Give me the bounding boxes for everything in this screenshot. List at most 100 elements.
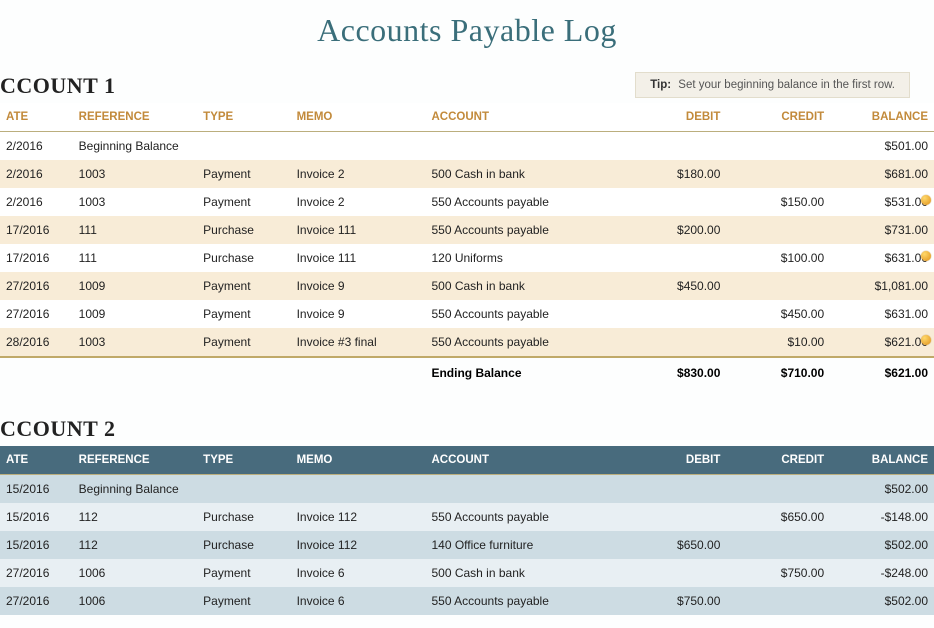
col-date[interactable]: ATE <box>0 446 73 475</box>
cell-account[interactable]: 140 Office furniture <box>425 531 622 559</box>
cell-debit[interactable]: $750.00 <box>623 587 727 615</box>
cell-reference[interactable]: Beginning Balance <box>73 132 198 161</box>
cell-account[interactable] <box>425 475 622 504</box>
cell-date[interactable]: 15/2016 <box>0 503 73 531</box>
cell-reference[interactable]: 1009 <box>73 272 198 300</box>
cell-credit[interactable] <box>726 216 830 244</box>
cell-account[interactable]: 550 Accounts payable <box>425 300 622 328</box>
cell-reference[interactable]: 1003 <box>73 188 198 216</box>
table-row[interactable]: 2/20161003PaymentInvoice 2500 Cash in ba… <box>0 160 934 188</box>
cell-credit[interactable]: $750.00 <box>726 559 830 587</box>
cell-credit[interactable] <box>726 531 830 559</box>
cell-balance[interactable]: $531.00 <box>830 188 934 216</box>
cell-account[interactable]: 550 Accounts payable <box>425 188 622 216</box>
col-type[interactable]: TYPE <box>197 103 290 132</box>
cell-date[interactable]: 27/2016 <box>0 272 73 300</box>
cell-type[interactable]: Payment <box>197 300 290 328</box>
cell-credit[interactable] <box>726 160 830 188</box>
cell-account[interactable]: 550 Accounts payable <box>425 328 622 357</box>
cell-memo[interactable]: Invoice 111 <box>291 244 426 272</box>
col-reference[interactable]: REFERENCE <box>73 103 198 132</box>
cell-memo[interactable]: Invoice 2 <box>291 160 426 188</box>
col-credit[interactable]: CREDIT <box>726 446 830 475</box>
table-row[interactable]: 17/2016111PurchaseInvoice 111550 Account… <box>0 216 934 244</box>
cell-date[interactable]: 2/2016 <box>0 160 73 188</box>
cell-balance[interactable]: $681.00 <box>830 160 934 188</box>
cell-credit[interactable] <box>726 272 830 300</box>
cell-date[interactable]: 15/2016 <box>0 475 73 504</box>
col-date[interactable]: ATE <box>0 103 73 132</box>
cell-debit[interactable]: $450.00 <box>623 272 727 300</box>
cell-balance[interactable]: $502.00 <box>830 587 934 615</box>
cell-balance[interactable]: $502.00 <box>830 475 934 504</box>
cell-type[interactable]: Purchase <box>197 503 290 531</box>
cell-balance[interactable]: $631.00 <box>830 300 934 328</box>
cell-credit[interactable] <box>726 587 830 615</box>
cell-debit[interactable]: $650.00 <box>623 531 727 559</box>
table-row[interactable]: 27/20161009PaymentInvoice 9550 Accounts … <box>0 300 934 328</box>
cell-debit[interactable] <box>623 300 727 328</box>
cell-type[interactable]: Purchase <box>197 216 290 244</box>
cell-balance[interactable]: -$248.00 <box>830 559 934 587</box>
cell-account[interactable]: 500 Cash in bank <box>425 272 622 300</box>
cell-debit[interactable]: $180.00 <box>623 160 727 188</box>
col-balance[interactable]: BALANCE <box>830 103 934 132</box>
cell-balance[interactable]: -$148.00 <box>830 503 934 531</box>
table-row[interactable]: 17/2016111PurchaseInvoice 111120 Uniform… <box>0 244 934 272</box>
table-row[interactable]: 2/20161003PaymentInvoice 2550 Accounts p… <box>0 188 934 216</box>
cell-type[interactable]: Payment <box>197 188 290 216</box>
table-row[interactable]: 27/20161006PaymentInvoice 6550 Accounts … <box>0 587 934 615</box>
cell-reference[interactable]: Beginning Balance <box>73 475 198 504</box>
cell-account[interactable] <box>425 132 622 161</box>
cell-account[interactable]: 120 Uniforms <box>425 244 622 272</box>
cell-reference[interactable]: 111 <box>73 244 198 272</box>
cell-date[interactable]: 27/2016 <box>0 300 73 328</box>
cell-memo[interactable]: Invoice #3 final <box>291 328 426 357</box>
cell-type[interactable] <box>197 475 290 504</box>
cell-debit[interactable] <box>623 132 727 161</box>
cell-type[interactable]: Payment <box>197 160 290 188</box>
col-memo[interactable]: MEMO <box>291 103 426 132</box>
table-row[interactable]: 15/2016112PurchaseInvoice 112550 Account… <box>0 503 934 531</box>
cell-account[interactable]: 550 Accounts payable <box>425 216 622 244</box>
cell-debit[interactable]: $200.00 <box>623 216 727 244</box>
cell-date[interactable]: 15/2016 <box>0 531 73 559</box>
cell-memo[interactable] <box>291 475 426 504</box>
cell-credit[interactable] <box>726 475 830 504</box>
col-account[interactable]: ACCOUNT <box>425 103 622 132</box>
cell-balance[interactable]: $501.00 <box>830 132 934 161</box>
cell-date[interactable]: 2/2016 <box>0 188 73 216</box>
col-reference[interactable]: REFERENCE <box>73 446 198 475</box>
cell-reference[interactable]: 1006 <box>73 559 198 587</box>
table-row[interactable]: 2/2016Beginning Balance$501.00 <box>0 132 934 161</box>
cell-date[interactable]: 27/2016 <box>0 587 73 615</box>
cell-memo[interactable] <box>291 132 426 161</box>
cell-reference[interactable]: 112 <box>73 531 198 559</box>
col-balance[interactable]: BALANCE <box>830 446 934 475</box>
cell-type[interactable]: Purchase <box>197 531 290 559</box>
table-row[interactable]: 15/2016Beginning Balance $502.00 <box>0 475 934 504</box>
cell-debit[interactable] <box>623 475 727 504</box>
cell-date[interactable]: 17/2016 <box>0 216 73 244</box>
cell-balance[interactable]: $731.00 <box>830 216 934 244</box>
cell-memo[interactable]: Invoice 111 <box>291 216 426 244</box>
cell-reference[interactable]: 1006 <box>73 587 198 615</box>
cell-memo[interactable]: Invoice 6 <box>291 587 426 615</box>
col-type[interactable]: TYPE <box>197 446 290 475</box>
cell-account[interactable]: 550 Accounts payable <box>425 503 622 531</box>
cell-credit[interactable]: $650.00 <box>726 503 830 531</box>
cell-type[interactable]: Payment <box>197 587 290 615</box>
col-memo[interactable]: MEMO <box>291 446 426 475</box>
cell-type[interactable]: Payment <box>197 328 290 357</box>
cell-reference[interactable]: 111 <box>73 216 198 244</box>
cell-type[interactable] <box>197 132 290 161</box>
cell-balance[interactable]: $631.00 <box>830 244 934 272</box>
cell-debit[interactable] <box>623 188 727 216</box>
cell-memo[interactable]: Invoice 9 <box>291 300 426 328</box>
cell-memo[interactable]: Invoice 112 <box>291 531 426 559</box>
cell-reference[interactable]: 1009 <box>73 300 198 328</box>
col-debit[interactable]: DEBIT <box>623 446 727 475</box>
cell-balance[interactable]: $1,081.00 <box>830 272 934 300</box>
cell-memo[interactable]: Invoice 6 <box>291 559 426 587</box>
col-credit[interactable]: CREDIT <box>726 103 830 132</box>
